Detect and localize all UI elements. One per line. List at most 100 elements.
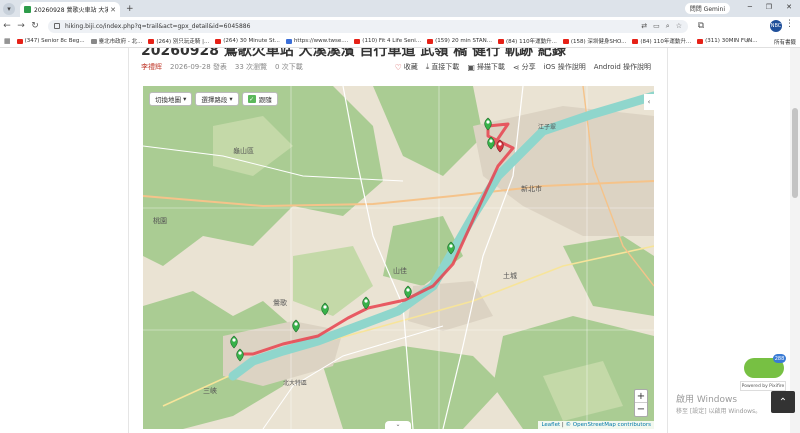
zoom-icon[interactable]: ⌕ [666, 22, 670, 31]
direct-download-label: 直接下載 [431, 63, 460, 71]
share-icon: ⋖ [512, 62, 520, 72]
chat-badge: 288 [773, 354, 786, 363]
place-label: 三峽 [203, 387, 217, 395]
bookmark-item[interactable]: 臺北市政府 - 北... [90, 37, 142, 45]
bookmark-label: (84) 110年運動升... [506, 39, 557, 45]
checkbox-icon: ✓ [247, 95, 256, 103]
follow-label: 跟隨 [258, 96, 272, 104]
share-button[interactable]: ⋖ 分享 [513, 62, 536, 72]
scan-download-button[interactable]: ▣ 掃描下載 [467, 62, 505, 72]
windows-activation-watermark: 啟用 Windows 移至 [設定] 以啟用 Windows。 [676, 392, 761, 415]
map-attribution: Leaflet | © OpenStreetMap contributors [538, 421, 654, 429]
follow-toggle[interactable]: ✓ 跟隨 [241, 92, 278, 106]
bookmark-item[interactable]: (347) Senior 8c Beg... [16, 38, 85, 44]
place-label: 鶯歌 [273, 299, 287, 307]
bookmarks-overflow-icon[interactable]: » [746, 37, 750, 45]
select-route-label: 選擇路段 [201, 96, 228, 104]
forward-icon[interactable]: → [14, 21, 28, 31]
switch-map-label: 切換地圖 [155, 96, 181, 104]
browser-tab[interactable]: 20260928 鶯歌火車站 大溪溪濱... ✕ [20, 2, 120, 17]
map-controls: 切換地圖 ▾ 選擇路段 ▾ ✓ 跟隨 [149, 92, 281, 106]
close-window-icon[interactable]: ✕ [786, 3, 792, 11]
bookmark-item[interactable]: https://www.twse.... [285, 38, 348, 44]
chevron-down-icon: ▾ [183, 95, 187, 103]
youtube-icon [215, 38, 222, 44]
url-input[interactable]: hiking.biji.co/index.php?q=trail&act=gpx… [48, 19, 688, 33]
menu-icon[interactable]: ⋮ [785, 19, 794, 29]
favorite-button[interactable]: ♡ 收藏 [395, 62, 418, 72]
cast-icon[interactable]: ▭ [653, 22, 660, 30]
switch-map-button[interactable]: 切換地圖 ▾ [149, 92, 193, 106]
all-bookmarks-folder[interactable]: 所有書籤 [774, 38, 796, 46]
all-bookmarks-label: 所有書籤 [773, 40, 796, 46]
tab-search-icon[interactable]: ▾ [3, 2, 15, 15]
bookmark-star-icon[interactable]: ☆ [676, 22, 682, 30]
avatar[interactable]: NBC [770, 20, 782, 32]
bookmark-item[interactable]: (110) Fit 4 Life Seni... [354, 38, 421, 44]
extensions-icon[interactable]: ⧉ [694, 21, 708, 31]
trail-meta: 李禮辉 2026-09-28 發表 33 次瀏覽 0 次下載 ♡ 收藏 ⤓ 直接下載… [141, 61, 651, 73]
favorite-label: 收藏 [403, 63, 418, 71]
avatar-initials: NBC [770, 23, 782, 29]
place-label: 江子翠 [538, 124, 557, 131]
restore-icon[interactable]: ❐ [766, 3, 772, 11]
osm-link[interactable]: © OpenStreetMap contributors [566, 422, 651, 428]
trail-content: 20260928 鶯歌火車站 大溪溪濱 自行車道 武嶺 橋 健行 軌跡 紀錄 李… [128, 48, 668, 433]
back-icon[interactable]: ← [0, 21, 14, 31]
youtube-icon [697, 38, 704, 44]
bookmark-item[interactable]: (84) 110年運動升... [632, 37, 691, 45]
chevron-left-icon[interactable]: ‹ [644, 94, 654, 110]
minimize-icon[interactable]: ─ [748, 3, 752, 11]
trail-map[interactable]: 新北市 三峽 鶯歌 桃園 北大特區 龜山區 江子翠 土城 山佳 切換地圖 ▾ 選… [143, 86, 654, 429]
close-tab-icon[interactable]: ✕ [110, 6, 116, 14]
bookmark-item[interactable]: (264) 別只玩走騎 |... [148, 37, 209, 45]
activate-title: 啟用 Windows [676, 395, 738, 405]
android-guide-label: Android 操作說明 [593, 63, 651, 71]
place-label: 新北市 [521, 185, 542, 193]
chevron-up-icon: ⌃ [778, 396, 788, 408]
chevron-down-icon[interactable]: ⌄ [385, 421, 411, 429]
page-title: 20260928 鶯歌火車站 大溪溪濱 自行車道 武嶺 橋 健行 軌跡 紀錄 [141, 48, 566, 59]
youtube-icon [16, 38, 23, 44]
place-label: 桃園 [153, 217, 167, 225]
author-link[interactable]: 李禮辉 [141, 62, 162, 72]
youtube-icon [427, 38, 434, 44]
site-info-icon[interactable] [54, 23, 60, 29]
ios-guide-label: iOS 操作說明 [543, 63, 586, 71]
youtube-icon [354, 38, 361, 44]
bookmark-label: (110) Fit 4 Life Seni... [362, 38, 422, 44]
reload-icon[interactable]: ↻ [28, 21, 42, 31]
zoom-out-button[interactable]: − [635, 403, 647, 416]
page-scrollbar[interactable] [790, 48, 800, 433]
zoom-in-button[interactable]: + [635, 390, 647, 403]
bookmark-apps-icon[interactable]: ▦ [4, 37, 11, 45]
bookmark-label: (159) 20 min STAN... [435, 38, 493, 44]
bookmark-item[interactable]: (264) 30 Minute St... [215, 38, 280, 44]
direct-download-button[interactable]: ⤓ 直接下載 [426, 62, 460, 72]
url-text: hiking.biji.co/index.php?q=trail&act=gpx… [65, 22, 251, 30]
translate-icon[interactable]: ⇄ [641, 22, 647, 30]
gemini-button[interactable]: 問問 Gemini [684, 3, 730, 14]
bookmark-item[interactable]: (84) 110年運動升... [498, 37, 557, 45]
heart-icon: ♡ [394, 62, 402, 72]
bookmark-item[interactable]: (159) 20 min STAN... [427, 38, 492, 44]
favicon-icon [24, 6, 31, 13]
scan-download-label: 掃描下載 [476, 63, 505, 71]
place-label: 北大特區 [283, 380, 308, 387]
leaflet-link[interactable]: Leaflet [541, 422, 560, 428]
back-to-top-button[interactable]: ⌃ [771, 391, 795, 413]
select-route-button[interactable]: 選擇路段 ▾ [195, 92, 239, 106]
zoom-control: + − [634, 389, 648, 417]
place-label: 山佳 [393, 267, 407, 275]
bookmark-item[interactable]: (158) 深圳健身SHO... [562, 37, 626, 45]
new-tab-icon[interactable]: + [126, 4, 134, 14]
youtube-icon [632, 38, 639, 44]
android-guide-link[interactable]: Android 操作說明 [594, 62, 651, 72]
ios-guide-link[interactable]: iOS 操作說明 [544, 62, 586, 72]
youtube-icon [498, 38, 505, 44]
bookmark-label: (347) Senior 8c Beg... [24, 38, 85, 44]
chevron-down-icon: ▾ [229, 95, 233, 103]
address-bar: ← → ↻ hiking.biji.co/index.php?q=trail&a… [0, 17, 800, 35]
bookmark-label: (264) 30 Minute St... [223, 38, 280, 44]
scrollbar-thumb[interactable] [792, 108, 798, 198]
